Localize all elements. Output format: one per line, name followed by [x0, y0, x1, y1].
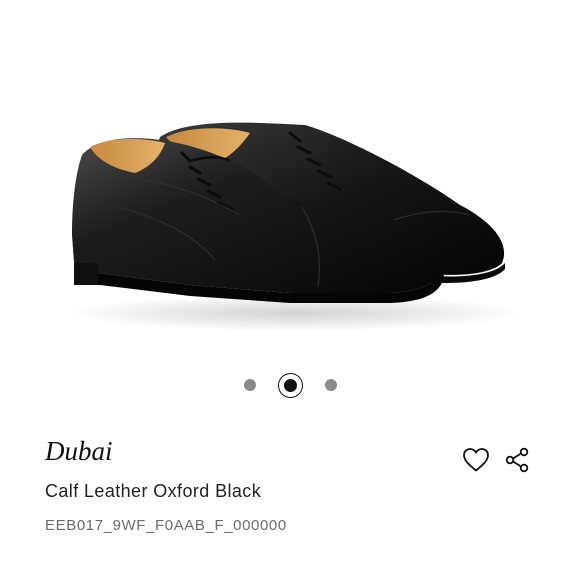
product-name: Dubai	[45, 436, 113, 466]
carousel-dot-2-active[interactable]	[277, 372, 303, 398]
carousel-dot-1[interactable]	[243, 379, 256, 391]
wishlist-button[interactable]	[461, 446, 491, 474]
product-description: Calf Leather Oxford Black	[45, 481, 262, 501]
share-button[interactable]	[502, 446, 532, 474]
product-sku: EEB017_9WF_F0AAB_F_000000	[45, 517, 287, 534]
carousel-dot-3[interactable]	[324, 379, 337, 391]
product-image	[65, 122, 525, 331]
carousel-dots	[0, 372, 580, 398]
heart-icon	[463, 448, 489, 472]
share-icon	[505, 447, 529, 473]
